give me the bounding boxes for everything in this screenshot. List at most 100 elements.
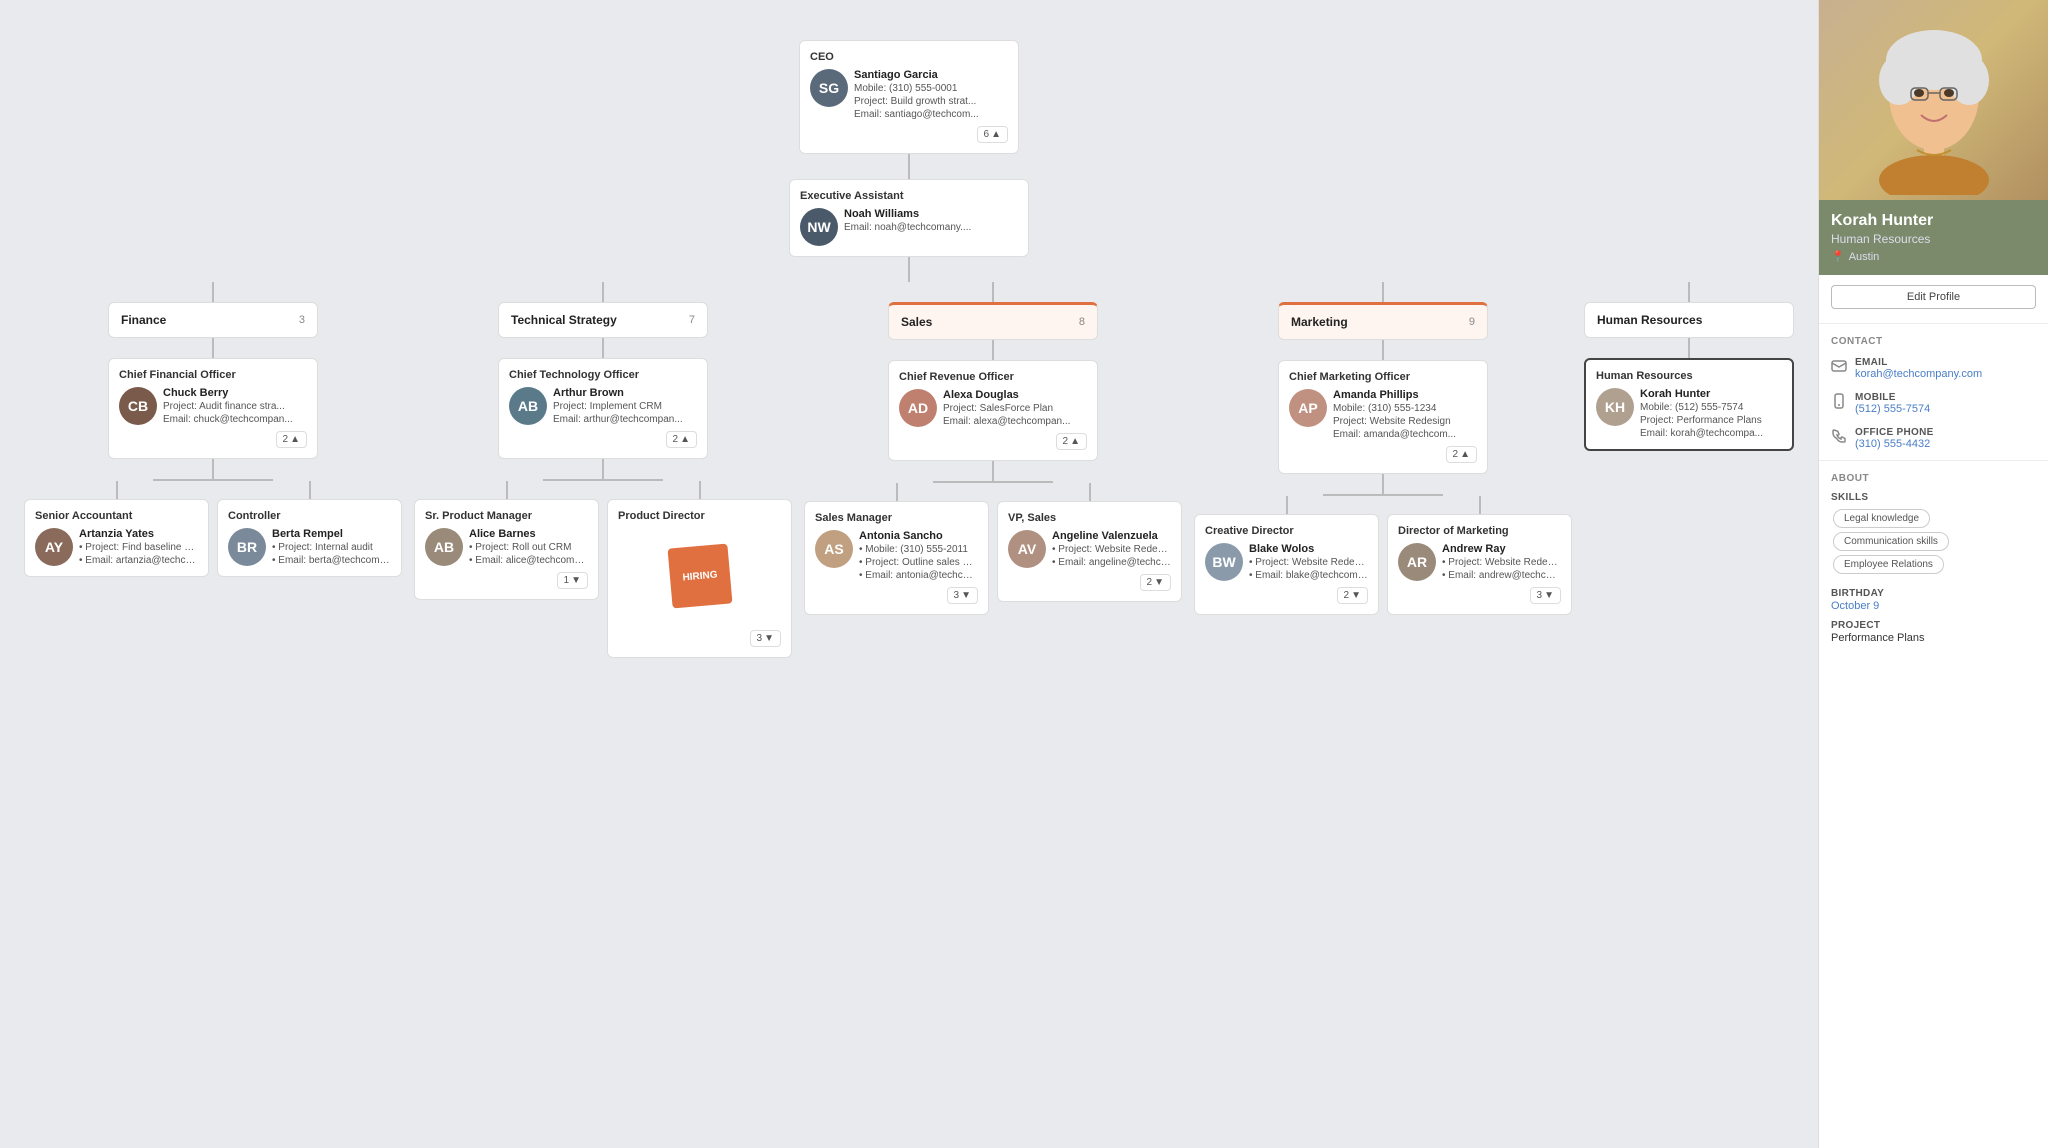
dir-mktg-email: • Email: andrew@techcom... <box>1442 570 1561 581</box>
product-dir-expand-btn[interactable]: 3 ▼ <box>750 630 781 647</box>
sales-dept-header: Sales 8 <box>901 315 1085 329</box>
sales-dept-name: Sales <box>901 315 932 329</box>
ceo-footer: 6 ▲ <box>810 126 1008 143</box>
cfo-person: CB Chuck Berry Project: Audit finance st… <box>119 387 307 425</box>
ceo-avatar: SG <box>810 69 848 107</box>
project-value: Performance Plans <box>1831 632 2036 644</box>
sales-mgr-card[interactable]: Sales Manager AS Antonia Sancho • Mobile… <box>804 501 989 615</box>
sales-mgr-chevron-down-icon: ▼ <box>961 590 971 601</box>
sr-pm-person: AB Alice Barnes • Project: Roll out CRM … <box>425 528 588 566</box>
exec-assistant-avatar: NW <box>800 208 838 246</box>
contact-office-item: OFFICE PHONE (310) 555-4432 <box>1819 421 2048 456</box>
sales-dept-card[interactable]: Sales 8 <box>888 302 1098 340</box>
sr-pm-card[interactable]: Sr. Product Manager AB Alice Barnes • Pr… <box>414 499 599 600</box>
cmo-card[interactable]: Chief Marketing Officer AP Amanda Philli… <box>1278 360 1488 474</box>
dir-mktg-expand-btn[interactable]: 3 ▼ <box>1530 587 1561 604</box>
sales-col: Sales 8 Chief Revenue Officer AD Alexa D… <box>804 282 1182 615</box>
profile-name-section: Korah Hunter Human Resources 📍 Austin <box>1819 200 2048 275</box>
sales-mgr-mobile: • Mobile: (310) 555-2011 <box>859 544 978 555</box>
org-chart-area[interactable]: CEO SG Santiago Garcia Mobile: (310) 555… <box>0 0 1818 1148</box>
cto-card[interactable]: Chief Technology Officer AB Arthur Brown… <box>498 358 708 459</box>
controller-project: • Project: Internal audit <box>272 542 391 553</box>
cfo-expand-btn[interactable]: 2 ▲ <box>276 431 307 448</box>
product-dir-col: Product Director HIRING 3 ▼ <box>607 481 792 658</box>
dir-mktg-card[interactable]: Director of Marketing AR Andrew Ray • Pr… <box>1387 514 1572 615</box>
marketing-children: Creative Director BW Blake Wolos • Proje… <box>1194 494 1572 615</box>
cmo-details: Amanda Phillips Mobile: (310) 555-1234 P… <box>1333 389 1477 440</box>
cfo-avatar: CB <box>119 387 157 425</box>
creative-dir-project: • Project: Website Redesign <box>1249 557 1368 568</box>
cto-expand-btn[interactable]: 2 ▲ <box>666 431 697 448</box>
hr-head-mobile: Mobile: (512) 555-7574 <box>1640 402 1782 413</box>
hr-dept-card[interactable]: Human Resources <box>1584 302 1794 338</box>
cmo-project: Project: Website Redesign <box>1333 416 1477 427</box>
creative-dir-email: • Email: blake@techcompan... <box>1249 570 1368 581</box>
controller-card[interactable]: Controller BR Berta Rempel • Project: In… <box>217 499 402 577</box>
contact-section-label: CONTACT <box>1819 328 2048 351</box>
cro-footer: 2 ▲ <box>899 433 1087 450</box>
cro-project: Project: SalesForce Plan <box>943 403 1087 414</box>
hr-col: Human Resources Human Resources KH Korah… <box>1584 282 1794 451</box>
cro-card[interactable]: Chief Revenue Officer AD Alexa Douglas P… <box>888 360 1098 461</box>
project-row: PROJECT Performance Plans <box>1819 616 2048 648</box>
cro-chevron-up-icon: ▲ <box>1070 436 1080 447</box>
hr-head-avatar: KH <box>1596 388 1634 426</box>
marketing-dept-card[interactable]: Marketing 9 <box>1278 302 1488 340</box>
dir-mktg-title: Director of Marketing <box>1398 525 1561 537</box>
edit-profile-button[interactable]: Edit Profile <box>1831 285 2036 309</box>
cro-expand-btn[interactable]: 2 ▲ <box>1056 433 1087 450</box>
cro-title: Chief Revenue Officer <box>899 371 1087 383</box>
creative-dir-expand-btn[interactable]: 2 ▼ <box>1337 587 1368 604</box>
dir-mktg-avatar: AR <box>1398 543 1436 581</box>
sales-mgr-person: AS Antonia Sancho • Mobile: (310) 555-20… <box>815 530 978 581</box>
mobile-value[interactable]: (512) 555-7574 <box>1855 403 1930 415</box>
tech-dept-card[interactable]: Technical Strategy 7 <box>498 302 708 338</box>
email-value[interactable]: korah@techcompany.com <box>1855 368 1982 380</box>
creative-dir-card[interactable]: Creative Director BW Blake Wolos • Proje… <box>1194 514 1379 615</box>
email-icon <box>1831 358 1847 374</box>
cfo-card[interactable]: Chief Financial Officer CB Chuck Berry P… <box>108 358 318 459</box>
sales-mgr-expand-btn[interactable]: 3 ▼ <box>947 587 978 604</box>
sr-accountant-name: Artanzia Yates <box>79 528 198 540</box>
sr-pm-chevron-down-icon: ▼ <box>571 575 581 586</box>
mobile-icon <box>1831 393 1847 409</box>
ceo-expand-btn[interactable]: 6 ▲ <box>977 126 1008 143</box>
exec-assistant-card[interactable]: Executive Assistant NW Noah Williams Ema… <box>789 179 1029 257</box>
sr-pm-avatar: AB <box>425 528 463 566</box>
contact-office-details: OFFICE PHONE (310) 555-4432 <box>1855 427 1934 450</box>
cmo-expand-btn[interactable]: 2 ▲ <box>1446 446 1477 463</box>
dir-mktg-name: Andrew Ray <box>1442 543 1561 555</box>
cmo-chevron-up-icon: ▲ <box>1460 449 1470 460</box>
finance-dept-name: Finance <box>121 313 166 327</box>
product-dir-card[interactable]: Product Director HIRING 3 ▼ <box>607 499 792 658</box>
dir-mktg-chevron-down-icon: ▼ <box>1544 590 1554 601</box>
cto-name: Arthur Brown <box>553 387 697 399</box>
sr-pm-expand-btn[interactable]: 1 ▼ <box>557 572 588 589</box>
creative-dir-avatar: BW <box>1205 543 1243 581</box>
office-phone-icon <box>1831 428 1847 444</box>
finance-dept-card[interactable]: Finance 3 <box>108 302 318 338</box>
cto-details: Arthur Brown Project: Implement CRM Emai… <box>553 387 697 425</box>
vp-sales-expand-btn[interactable]: 2 ▼ <box>1140 574 1171 591</box>
sr-pm-col: Sr. Product Manager AB Alice Barnes • Pr… <box>414 481 599 658</box>
office-value[interactable]: (310) 555-4432 <box>1855 438 1934 450</box>
org-tree: CEO SG Santiago Garcia Mobile: (310) 555… <box>20 20 1798 678</box>
hr-head-card[interactable]: Human Resources KH Korah Hunter Mobile: … <box>1584 358 1794 451</box>
product-dir-footer: 3 ▼ <box>618 630 781 647</box>
contact-email-details: EMAIL korah@techcompany.com <box>1855 357 1982 380</box>
controller-details: Berta Rempel • Project: Internal audit •… <box>272 528 391 566</box>
ceo-project: Project: Build growth strat... <box>854 96 1008 107</box>
project-label: PROJECT <box>1831 620 2036 631</box>
vp-sales-card[interactable]: VP, Sales AV Angeline Valenzuela • Proje… <box>997 501 1182 602</box>
tech-dept-count: 7 <box>689 314 695 326</box>
marketing-dept-name: Marketing <box>1291 315 1348 329</box>
ceo-connector-down <box>908 154 910 179</box>
cto-person: AB Arthur Brown Project: Implement CRM E… <box>509 387 697 425</box>
ceo-card[interactable]: CEO SG Santiago Garcia Mobile: (310) 555… <box>799 40 1019 154</box>
sr-accountant-card[interactable]: Senior Accountant AY Artanzia Yates • Pr… <box>24 499 209 577</box>
profile-photo <box>1819 0 2048 200</box>
creative-dir-footer: 2 ▼ <box>1205 587 1368 604</box>
skill-chip-0: Legal knowledge <box>1833 509 1930 528</box>
email-label: EMAIL <box>1855 357 1982 368</box>
mobile-label: MOBILE <box>1855 392 1930 403</box>
